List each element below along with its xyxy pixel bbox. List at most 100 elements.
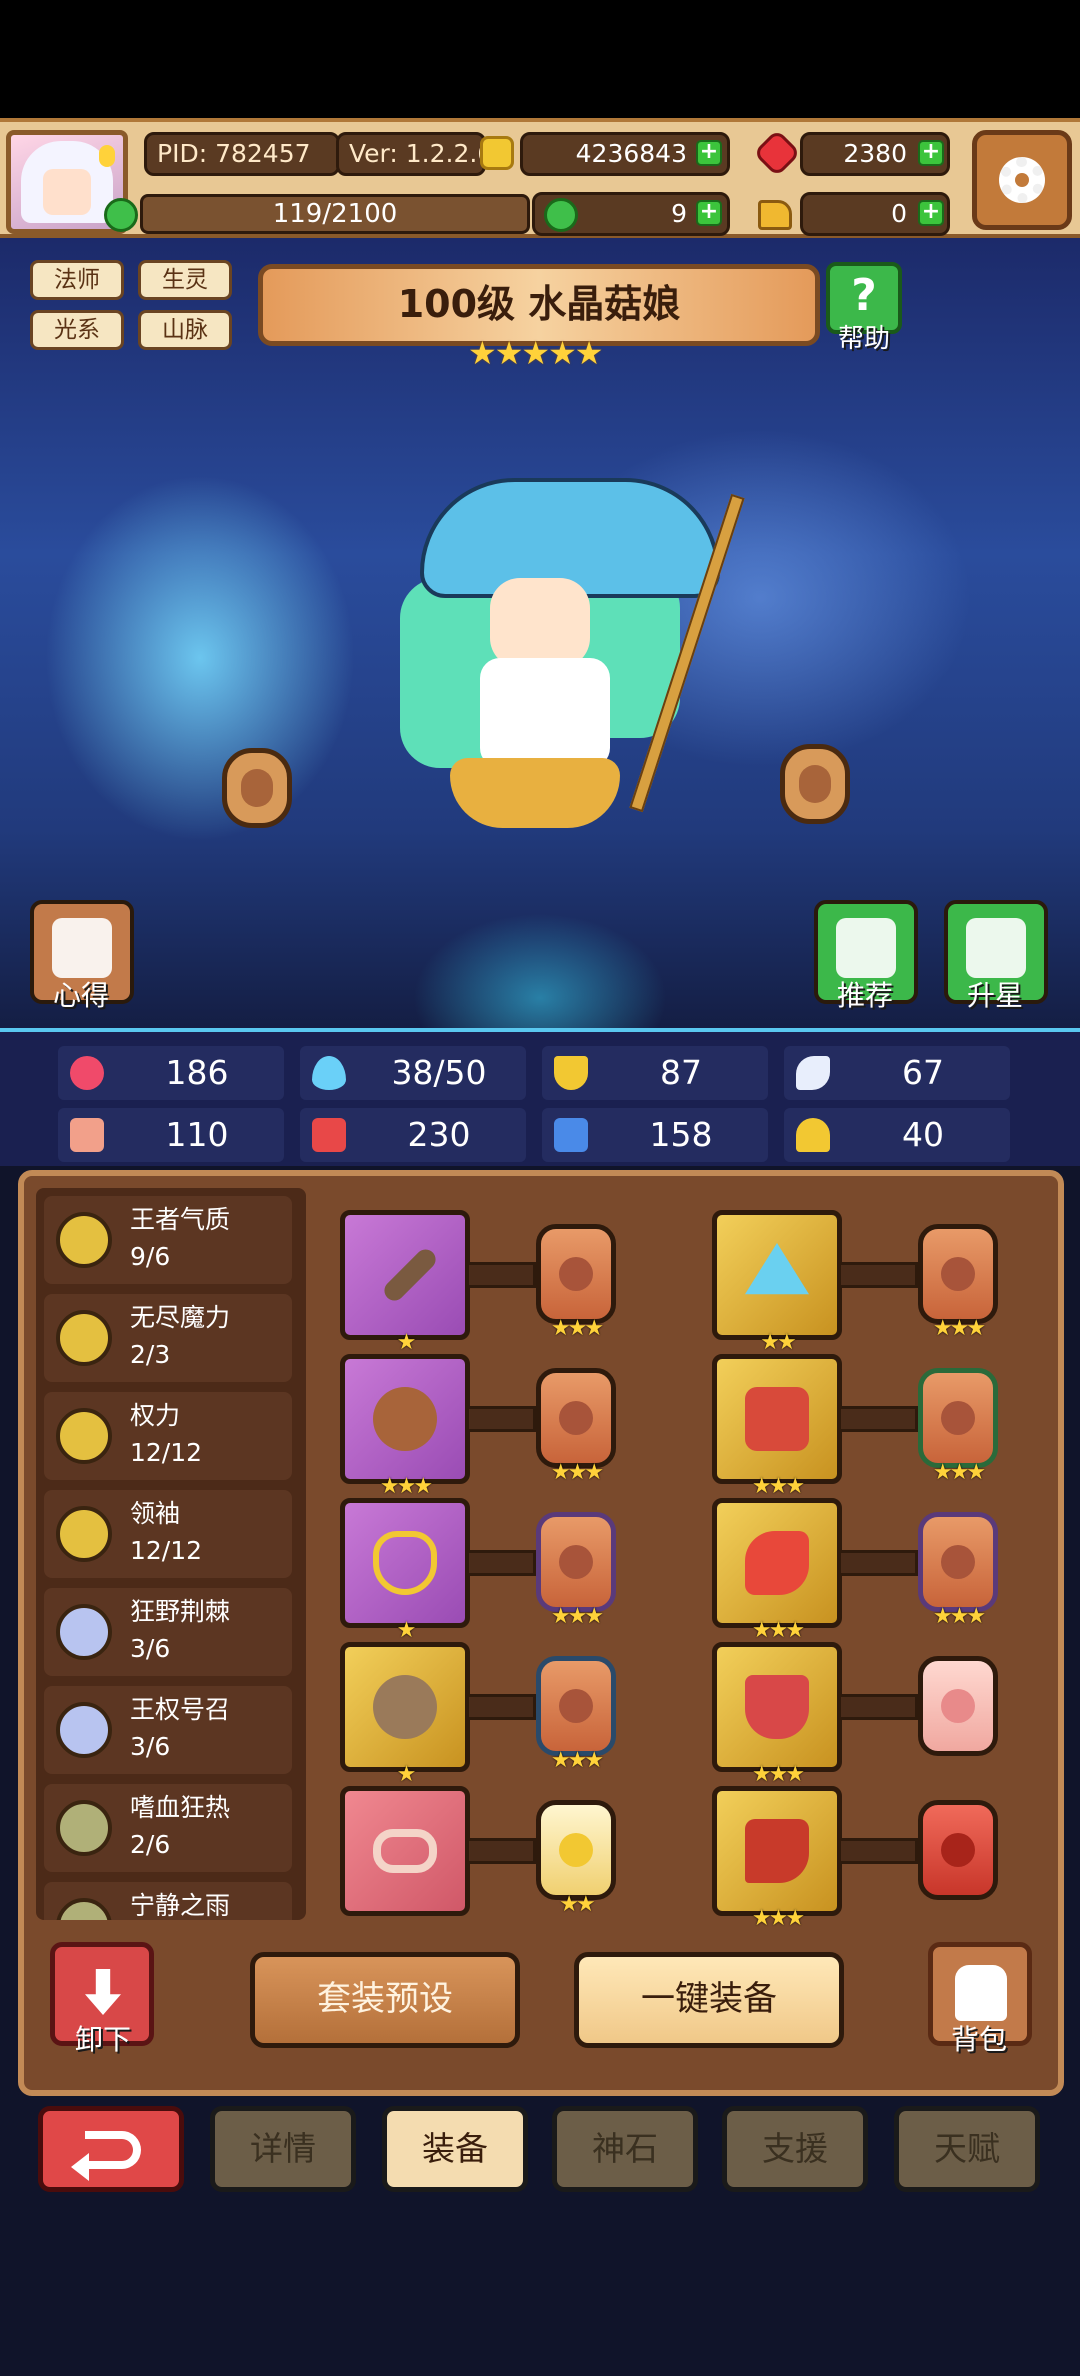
set-row[interactable]: 权力 12/12	[44, 1392, 292, 1480]
add-clover-button[interactable]: +	[696, 200, 722, 226]
crystal-hat-icon	[745, 1243, 809, 1295]
tab-equipment[interactable]: 装备	[382, 2106, 528, 2192]
tab-details[interactable]: 详情	[210, 2106, 356, 2192]
slot-stars: ★★★	[751, 1906, 805, 1931]
rune-slot[interactable]	[918, 1656, 998, 1756]
set-row[interactable]: 王者气质 9/6	[44, 1196, 292, 1284]
right-orb-icon[interactable]	[780, 744, 850, 824]
shield-icon	[554, 1056, 588, 1090]
equip-slot-belt[interactable]: ★★★	[712, 1642, 842, 1787]
connector	[838, 1694, 918, 1720]
tag-race[interactable]: 生灵	[138, 260, 232, 300]
slot-stars: ★★★	[751, 1618, 805, 1643]
tab-godstone[interactable]: 神石	[552, 2106, 698, 2192]
bottom-tab-bar: 详情 装备 神石 支援 天赋	[0, 2096, 1080, 2216]
set-row[interactable]: 领袖 12/12	[44, 1490, 292, 1578]
rune-stars: ★★★	[550, 1316, 604, 1341]
scroll-icon	[52, 918, 112, 978]
stat-magic: 230	[300, 1108, 526, 1162]
slot-stars: ★	[396, 1762, 417, 1787]
connector	[466, 1838, 536, 1864]
add-ruby-button[interactable]: +	[918, 140, 944, 166]
hero-character	[380, 458, 745, 888]
rune-stars: ★★★	[932, 1316, 986, 1341]
equip-all-button[interactable]: 一键装备	[574, 1952, 844, 2048]
equipment-grid: ★ ★★★ ★★★ ★★★ ★ ★★★ ★ ★★★ ★★ ★★ ★★★ ★★★ …	[318, 1188, 1048, 1931]
connector	[466, 1550, 536, 1576]
set-coin-icon	[56, 1506, 112, 1562]
set-row[interactable]: 狂野荆棘 3/6	[44, 1588, 292, 1676]
equipment-actions: 卸下 套装预设 一键装备 背包	[36, 1932, 1046, 2080]
equip-slot-armor[interactable]: ★★★	[712, 1354, 842, 1499]
connector	[838, 1838, 918, 1864]
help-label: 帮助	[837, 324, 890, 354]
add-gold-button[interactable]: +	[696, 140, 722, 166]
rune-mark-icon	[559, 1545, 593, 1579]
shell-icon	[373, 1675, 437, 1739]
set-preset-button[interactable]: 套装预设	[250, 1952, 520, 2048]
stamina-clover-icon	[104, 198, 138, 232]
rune-mark-icon	[941, 1833, 975, 1867]
add-key-button[interactable]: +	[918, 200, 944, 226]
equip-slot-gloves[interactable]: ★★★	[712, 1498, 842, 1643]
rune-stars: ★★★	[550, 1460, 604, 1485]
hero-stats: 186 38/50 87 67 110 230 158 40	[0, 1028, 1080, 1166]
set-row[interactable]: 嗜血狂热 2/6	[44, 1784, 292, 1872]
armor-icon	[745, 1387, 809, 1451]
rune-slot[interactable]: ★★★	[918, 1224, 998, 1341]
lightbulb-icon	[99, 145, 115, 167]
hero-face	[490, 578, 590, 668]
hero-skirt	[450, 758, 620, 828]
stat-defense: 87	[542, 1046, 768, 1100]
set-row[interactable]: 宁静之雨	[44, 1882, 292, 1920]
stat-value: 230	[407, 1115, 471, 1154]
back-button[interactable]	[38, 2106, 184, 2192]
rune-slot[interactable]: ★★★	[536, 1656, 616, 1773]
backpack-icon	[955, 1965, 1007, 2021]
equip-slot-necklace[interactable]: ★	[340, 1498, 470, 1643]
gauntlet-icon	[745, 1531, 809, 1595]
wing-icon	[796, 1056, 830, 1090]
set-name: 宁静之雨	[130, 1891, 231, 1920]
tab-talent[interactable]: 天赋	[894, 2106, 1040, 2192]
tag-class[interactable]: 法师	[30, 260, 124, 300]
heart-icon	[70, 1056, 104, 1090]
equip-slot-boots[interactable]: ★★★	[712, 1786, 842, 1931]
tab-support[interactable]: 支援	[722, 2106, 868, 2192]
equip-slot-offhand[interactable]: ★★★	[340, 1354, 470, 1499]
set-count: 2/3	[130, 1340, 171, 1369]
rune-slot[interactable]: ★★★	[918, 1368, 998, 1485]
left-orb-icon[interactable]	[222, 748, 292, 828]
equip-slot-weapon[interactable]: ★	[340, 1210, 470, 1355]
stat-health: 186	[58, 1046, 284, 1100]
rune-slot[interactable]	[918, 1800, 998, 1900]
set-row[interactable]: 无尽魔力 2/3	[44, 1294, 292, 1382]
tome-icon	[554, 1118, 588, 1152]
slot-stars: ★	[396, 1330, 417, 1355]
stat-value: 110	[165, 1115, 229, 1154]
tag-element[interactable]: 光系	[30, 310, 124, 350]
set-row[interactable]: 王权号召 3/6	[44, 1686, 292, 1774]
set-bonus-list[interactable]: 王者气质 9/6 无尽魔力 2/3 权力 12/12 领袖 12/12 狂野荆棘…	[36, 1188, 306, 1920]
scepter-icon	[380, 1245, 440, 1305]
tag-terrain[interactable]: 山脉	[138, 310, 232, 350]
rune-mark-icon	[941, 1401, 975, 1435]
equip-slot-ring[interactable]	[340, 1786, 470, 1916]
rune-slot[interactable]: ★★★	[918, 1512, 998, 1629]
slot-stars: ★★★	[751, 1762, 805, 1787]
belt-icon	[745, 1675, 809, 1739]
set-count: 2/6	[130, 1830, 171, 1859]
equip-slot-accessory[interactable]: ★	[340, 1642, 470, 1787]
stat-value: 67	[902, 1053, 944, 1092]
clover-icon-overlay	[544, 198, 578, 232]
stat-value: 158	[649, 1115, 713, 1154]
set-coin-icon	[56, 1800, 112, 1856]
equip-slot-helmet[interactable]: ★★	[712, 1210, 842, 1355]
settings-button[interactable]	[972, 130, 1072, 230]
rune-slot[interactable]: ★★★	[536, 1368, 616, 1485]
rune-slot[interactable]: ★★★	[536, 1512, 616, 1629]
rune-slot[interactable]: ★★★	[536, 1224, 616, 1341]
insight-label: 心得	[52, 979, 109, 1012]
rune-slot[interactable]: ★★	[536, 1800, 616, 1917]
stat-attack: 110	[58, 1108, 284, 1162]
